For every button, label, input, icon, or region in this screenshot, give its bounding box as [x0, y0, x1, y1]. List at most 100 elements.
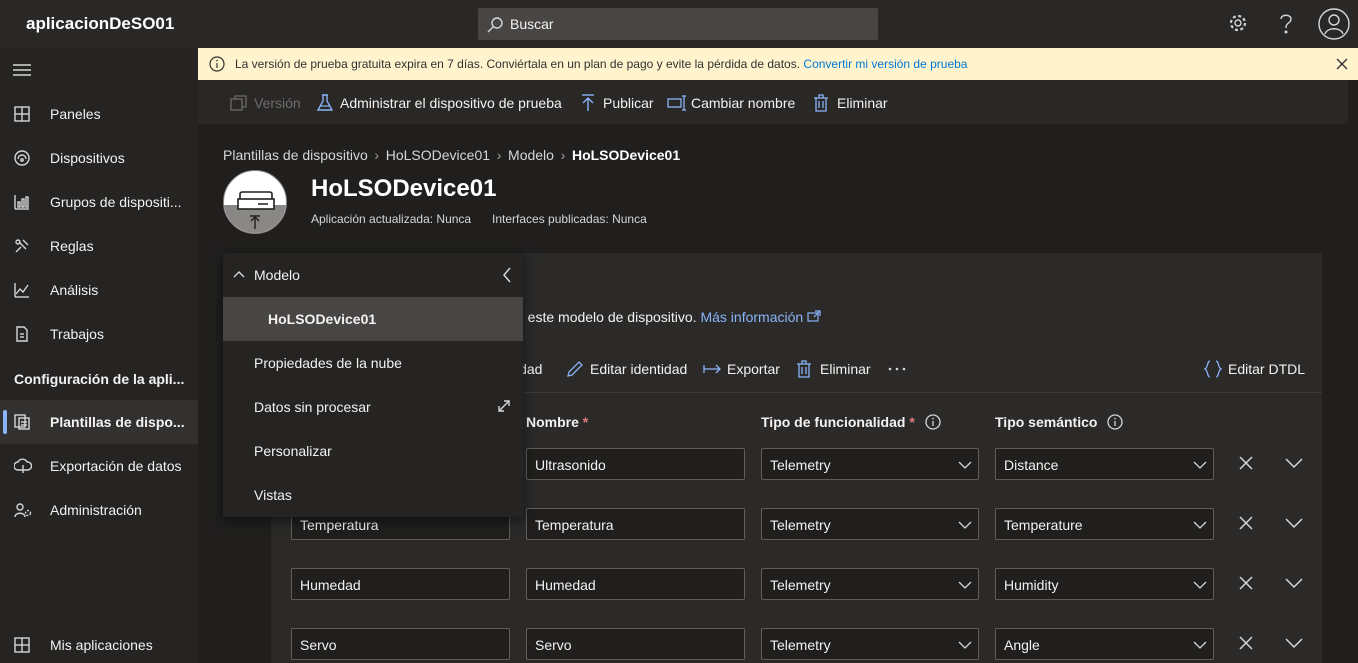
capability-type-select[interactable]: Telemetry: [761, 568, 979, 600]
nav-item-paneles[interactable]: Paneles: [0, 92, 198, 136]
info-icon[interactable]: [925, 414, 941, 430]
capability-type-select[interactable]: Telemetry: [761, 508, 979, 540]
expand-row-icon[interactable]: [1285, 517, 1303, 529]
tree-item-device[interactable]: HoLSODevice01: [223, 297, 523, 341]
tree-item-customize[interactable]: Personalizar: [223, 429, 523, 473]
nav-item-dispositivos[interactable]: Dispositivos: [0, 136, 198, 180]
name-input[interactable]: Ultrasonido: [526, 448, 745, 480]
external-link-icon: [807, 310, 821, 322]
delete-label: Eliminar: [837, 95, 888, 111]
remove-row-icon[interactable]: [1239, 516, 1253, 530]
display-name-input[interactable]: Humedad: [291, 568, 510, 600]
info-icon: [209, 56, 225, 72]
breadcrumb-current: HoLSODevice01: [571, 147, 681, 163]
version-label: Versión: [254, 95, 301, 111]
search-box[interactable]: Buscar: [478, 8, 878, 40]
semantic-value: Angle: [1004, 637, 1040, 653]
convert-trial-link[interactable]: Convertir mi versión de prueba: [803, 57, 967, 71]
close-icon[interactable]: [1336, 58, 1348, 70]
edit-dtdl-button[interactable]: Editar DTDL: [1204, 360, 1305, 380]
search-input[interactable]: Buscar: [510, 16, 554, 32]
hamburger-menu-icon[interactable]: [13, 64, 31, 76]
breadcrumb-item[interactable]: Modelo: [508, 147, 554, 163]
breadcrumb-item[interactable]: HoLSODevice01: [386, 147, 490, 163]
tree-item-cloud-properties[interactable]: Propiedades de la nube: [223, 341, 523, 385]
tree-item-views[interactable]: Vistas: [223, 473, 523, 517]
avatar-icon[interactable]: [1318, 8, 1350, 40]
expand-row-icon[interactable]: [1285, 457, 1303, 469]
device-template-image[interactable]: [223, 170, 287, 234]
publish-label: Publicar: [603, 95, 654, 111]
nav-item-mis-aplicaciones[interactable]: Mis aplicaciones: [0, 623, 198, 663]
capability-type-select[interactable]: Telemetry: [761, 628, 979, 660]
semantic-type-select[interactable]: Temperature: [995, 508, 1214, 540]
delete-button[interactable]: Eliminar: [813, 94, 893, 114]
nav-item-analisis[interactable]: Análisis: [0, 268, 198, 312]
nav-item-plantillas[interactable]: Plantillas de dispo...: [0, 400, 198, 444]
app-title[interactable]: aplicacionDeSO01: [26, 14, 174, 34]
chevron-down-icon: [1193, 521, 1207, 529]
expand-diagonal-icon[interactable]: [497, 399, 511, 413]
command-bar: Versión Administrar el dispositivo de pr…: [198, 80, 1348, 124]
devices-icon: [14, 150, 30, 166]
more-options-icon[interactable]: [887, 367, 907, 371]
delete-capability-button[interactable]: Eliminar: [796, 360, 876, 380]
nav-item-administracion[interactable]: Administración: [0, 488, 198, 532]
chevron-down-icon: [958, 461, 972, 469]
left-nav: Paneles Dispositivos Grupos de dispositi…: [0, 48, 198, 663]
tree-item-raw-data[interactable]: Datos sin procesar: [223, 385, 523, 429]
type-value: Telemetry: [770, 637, 831, 653]
rename-button[interactable]: Cambiar nombre: [667, 94, 799, 114]
manage-test-device-button[interactable]: Administrar el dispositivo de prueba: [316, 94, 566, 114]
capability-type-select[interactable]: Telemetry: [761, 448, 979, 480]
gear-icon[interactable]: [1228, 12, 1248, 34]
device-groups-icon: [14, 195, 29, 210]
tree-item-label: Datos sin procesar: [254, 399, 371, 415]
semantic-type-select[interactable]: Humidity: [995, 568, 1214, 600]
semantic-type-select[interactable]: Distance: [995, 448, 1214, 480]
remove-row-icon[interactable]: [1239, 576, 1253, 590]
name-input[interactable]: Humedad: [526, 568, 745, 600]
tree-item-modelo[interactable]: Modelo: [223, 253, 523, 297]
nav-item-trabajos[interactable]: Trabajos: [0, 312, 198, 356]
breadcrumb-item[interactable]: Plantillas de dispositivo: [223, 147, 368, 163]
device-templates-icon: [14, 414, 30, 430]
chevron-down-icon: [958, 581, 972, 589]
column-header-name: Nombre *: [526, 414, 588, 430]
publish-icon: [582, 94, 594, 111]
remove-row-icon[interactable]: [1239, 636, 1253, 650]
required-mark: *: [582, 414, 589, 430]
display-name-input[interactable]: Servo: [291, 628, 510, 660]
manage-label: Administrar el dispositivo de prueba: [340, 95, 562, 111]
name-value: Temperatura: [535, 517, 614, 533]
semantic-type-select[interactable]: Angle: [995, 628, 1214, 660]
nav-item-grupos[interactable]: Grupos de dispositi...: [0, 180, 198, 224]
type-value: Telemetry: [770, 457, 831, 473]
name-input[interactable]: Servo: [526, 628, 745, 660]
export-button[interactable]: Exportar: [703, 360, 783, 380]
panel-description: n este modelo de dispositivo. Más inform…: [516, 309, 821, 325]
more-info-link[interactable]: Más información: [700, 309, 803, 325]
remove-row-icon[interactable]: [1239, 456, 1253, 470]
version-button[interactable]: Versión: [230, 94, 310, 114]
name-value: Servo: [535, 637, 572, 653]
expand-row-icon[interactable]: [1285, 577, 1303, 589]
help-icon[interactable]: [1276, 12, 1296, 36]
chevron-down-icon: [1193, 461, 1207, 469]
tree-item-label: Propiedades de la nube: [254, 355, 402, 371]
publish-button[interactable]: Publicar: [580, 94, 660, 114]
collapse-panel-icon[interactable]: [502, 267, 512, 283]
nav-label: Paneles: [50, 106, 101, 122]
name-input[interactable]: Temperatura: [526, 508, 745, 540]
nav-item-exportacion[interactable]: Exportación de datos: [0, 444, 198, 488]
nav-section-app-config[interactable]: Configuración de la apli...: [14, 371, 184, 387]
edit-identity-button[interactable]: Editar identidad: [566, 360, 691, 380]
nav-label: Grupos de dispositi...: [50, 194, 182, 210]
expand-row-icon[interactable]: [1285, 637, 1303, 649]
nav-label: Trabajos: [50, 326, 104, 342]
nav-item-reglas[interactable]: Reglas: [0, 224, 198, 268]
info-icon[interactable]: [1107, 414, 1123, 430]
chevron-right-icon: ›: [374, 147, 380, 163]
semantic-value: Distance: [1004, 457, 1059, 473]
page-title: HoLSODevice01: [311, 175, 497, 202]
